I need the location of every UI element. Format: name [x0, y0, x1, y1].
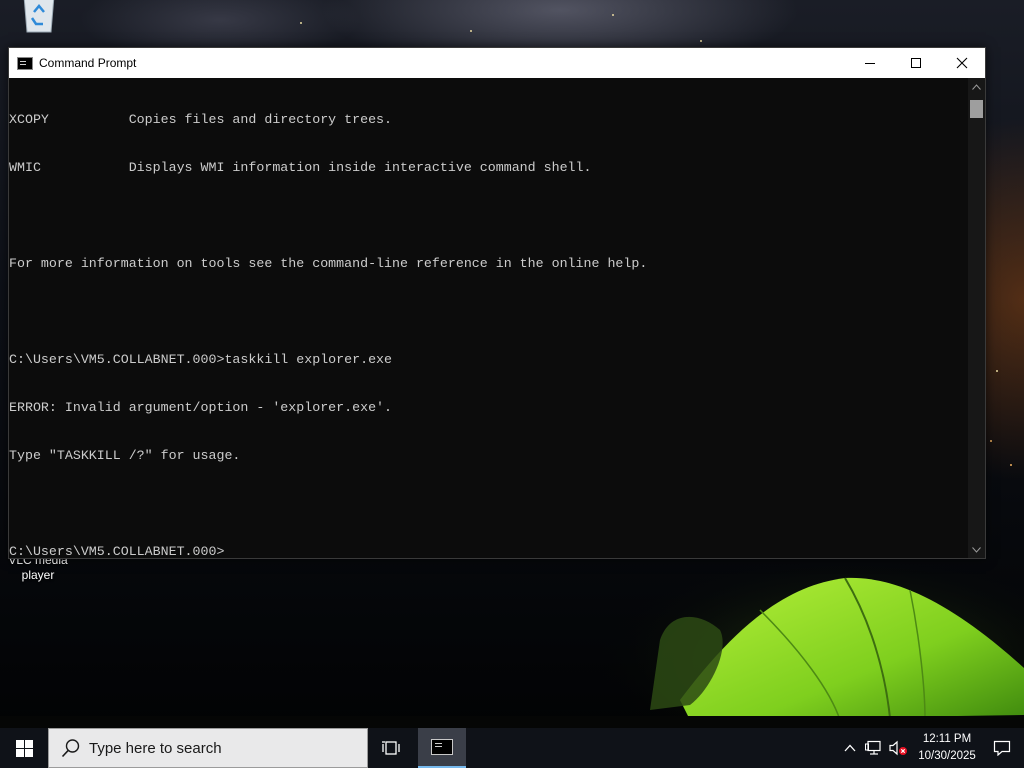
minimize-icon [865, 63, 875, 64]
task-view-button[interactable] [370, 728, 414, 768]
clock[interactable]: 12:11 PM 10/30/2025 [914, 728, 980, 768]
volume-muted-icon [889, 740, 907, 756]
title-bar[interactable]: Command Prompt [9, 48, 985, 78]
scroll-down-button[interactable] [968, 541, 985, 558]
taskbar-app-command-prompt[interactable] [418, 728, 466, 768]
console-output[interactable]: XCOPY Copies files and directory trees. … [9, 78, 969, 558]
console-prompt-line[interactable]: C:\Users\VM5.COLLABNET.000> [9, 544, 969, 558]
console-line: Type "TASKKILL /?" for usage. [9, 448, 241, 463]
network-icon [865, 740, 881, 755]
clock-date: 10/30/2025 [918, 750, 976, 762]
maximize-button[interactable] [893, 48, 939, 78]
close-icon [956, 57, 968, 69]
start-button[interactable] [0, 728, 48, 768]
minimize-button[interactable] [847, 48, 893, 78]
taskbar-search-box[interactable] [48, 728, 368, 768]
vertical-scrollbar[interactable] [968, 78, 985, 558]
chevron-down-icon [972, 546, 981, 553]
network-button[interactable] [862, 728, 886, 768]
console-line: WMIC Displays WMI information inside int… [9, 160, 592, 175]
close-button[interactable] [939, 48, 985, 78]
notification-icon [993, 740, 1011, 756]
scrollbar-thumb[interactable] [970, 100, 983, 118]
command-prompt-icon [431, 739, 453, 755]
console-line: XCOPY Copies files and directory trees. [9, 112, 393, 127]
console-line: ERROR: Invalid argument/option - 'explor… [9, 400, 393, 415]
volume-button[interactable] [886, 728, 910, 768]
command-prompt-window[interactable]: Command Prompt XCOPY Copies files and di… [8, 47, 986, 559]
taskbar: 12:11 PM 10/30/2025 [0, 728, 1024, 768]
command-prompt-icon [17, 56, 33, 70]
system-tray: 12:11 PM 10/30/2025 [838, 728, 1024, 768]
console-line: For more information on tools see the co… [9, 256, 648, 271]
recycle-bin-icon [20, 0, 56, 33]
maximize-icon [911, 58, 921, 68]
chevron-up-icon [972, 83, 981, 90]
show-hidden-icons-button[interactable] [838, 728, 862, 768]
task-view-icon [382, 741, 400, 755]
action-center-button[interactable] [980, 728, 1024, 768]
desktop-icon-recycle-bin[interactable] [0, 0, 76, 48]
scroll-up-button[interactable] [968, 78, 985, 95]
window-title: Command Prompt [39, 56, 137, 70]
search-icon [61, 739, 80, 758]
chevron-up-icon [844, 744, 856, 752]
search-input[interactable] [89, 739, 349, 757]
console-line: C:\Users\VM5.COLLABNET.000>taskkill expl… [9, 352, 393, 367]
clock-time: 12:11 PM [922, 733, 972, 745]
windows-logo-icon [15, 739, 33, 757]
